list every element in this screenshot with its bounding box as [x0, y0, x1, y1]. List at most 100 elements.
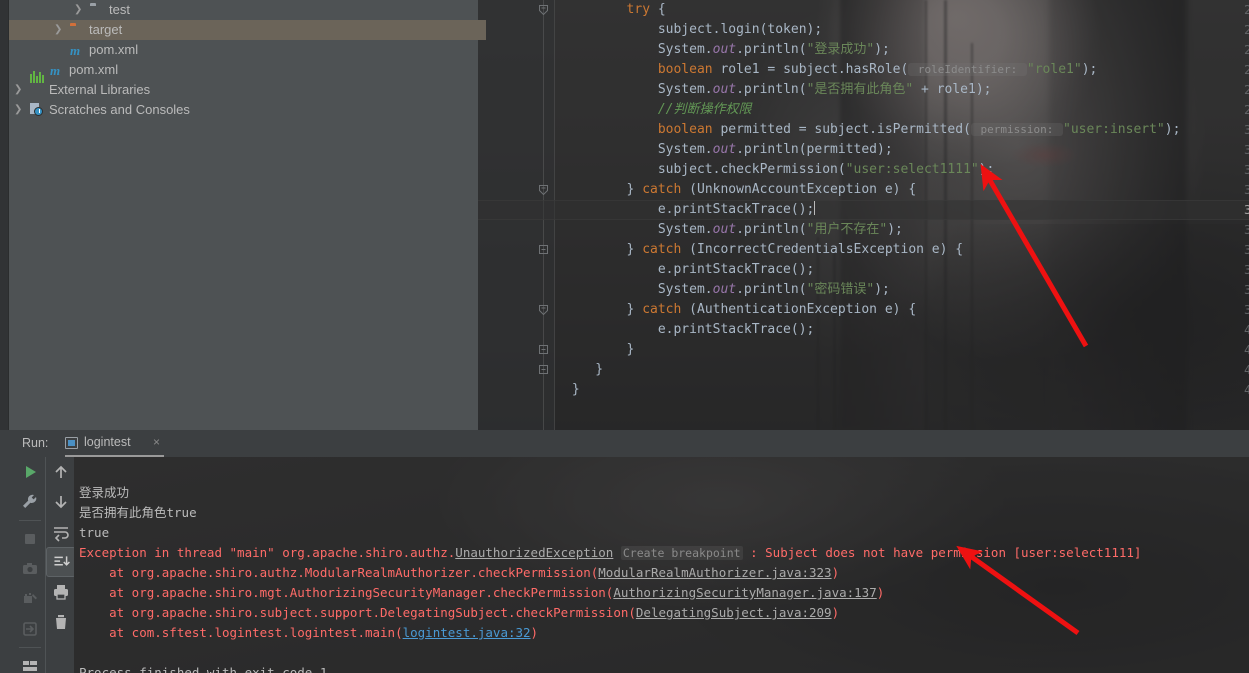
stop-button[interactable]	[15, 524, 45, 554]
printer-icon[interactable]	[46, 577, 76, 607]
line-number: 24	[1243, 2, 1249, 17]
code-line[interactable]: }	[572, 380, 580, 400]
fold-end-icon[interactable]	[539, 245, 548, 254]
fold-collapse-icon[interactable]	[539, 5, 548, 15]
code-line[interactable]: }	[627, 340, 635, 360]
fold-collapse-icon[interactable]	[539, 305, 548, 315]
chevron-right-icon[interactable]: ❯	[14, 100, 22, 120]
code-line[interactable]: System.out.println("是否拥有此角色" + role1);	[658, 80, 992, 100]
arrow-up-icon[interactable]	[46, 457, 76, 487]
run-window-header: Run: logintest ×	[15, 430, 1249, 457]
code-line[interactable]: e.printStackTrace();	[658, 200, 816, 220]
code-token: "role1"	[1026, 62, 1082, 77]
line-number: 28	[1243, 82, 1249, 97]
code-line[interactable]: e.printStackTrace();	[658, 260, 815, 280]
console-line[interactable]: 登录成功	[79, 483, 129, 503]
console-link[interactable]: AuthorizingSecurityManager.java:137	[613, 585, 876, 600]
code-editor[interactable]: 24try {25subject.login(token);26System.o…	[478, 0, 1249, 430]
code-line[interactable]: System.out.println("登录成功");	[658, 40, 890, 60]
soft-wrap-icon[interactable]	[46, 517, 76, 547]
code-token: e.printStackTrace();	[657, 202, 815, 217]
rerun-button[interactable]	[15, 457, 45, 487]
code-line[interactable]: e.printStackTrace();	[658, 320, 815, 340]
line-number: 43	[1243, 382, 1249, 397]
close-icon[interactable]: ×	[153, 435, 160, 449]
tree-item-scratches-and-consoles[interactable]: ❯ Scratches and Consoles	[9, 100, 478, 120]
code-token: );	[1164, 122, 1181, 137]
console-line[interactable]: at com.sftest.logintest.logintest.main(l…	[79, 623, 538, 643]
tree-item-pom-xml[interactable]: m pom.xml	[9, 60, 478, 80]
left-tool-strip-bottom: Structure Bookmarks	[0, 430, 15, 673]
code-token: (IncorrectCredentialsException e) {	[689, 242, 964, 257]
line-number: 41	[1243, 342, 1249, 357]
edit-config-button[interactable]	[15, 487, 45, 517]
scroll-to-end-icon[interactable]	[46, 547, 76, 577]
camera-icon[interactable]	[15, 554, 45, 584]
fold-end-icon[interactable]	[539, 345, 548, 354]
code-token: role1 = subject.hasRole(	[720, 62, 909, 77]
export-icon[interactable]	[15, 614, 45, 644]
code-token: .println(	[736, 42, 807, 57]
run-toolbar	[15, 457, 76, 673]
console-link[interactable]: ModularRealmAuthorizer.java:323	[598, 565, 831, 580]
code-line[interactable]: System.out.println(permitted);	[658, 140, 893, 160]
code-line[interactable]: }	[595, 360, 603, 380]
trash-icon[interactable]	[46, 607, 76, 637]
console-link[interactable]: logintest.java:32	[403, 625, 531, 640]
tree-item-target[interactable]: ❯ target	[9, 20, 478, 40]
code-line[interactable]: } catch (IncorrectCredentialsException e…	[627, 240, 964, 260]
project-tree-panel[interactable]: ❯ test ❯ target m pom.xml m pom.xml ❯ External Li…	[9, 0, 478, 430]
code-token: out	[712, 142, 737, 157]
tree-item-test[interactable]: ❯ test	[9, 0, 478, 20]
layout-icon[interactable]	[15, 651, 45, 673]
run-tool-window: Run: logintest × 登录成功 是否拥有此角色true true E…	[15, 430, 1249, 673]
console-link[interactable]: UnauthorizedException	[455, 545, 613, 560]
code-line[interactable]: try {	[627, 0, 666, 20]
code-token: subject.login(token);	[657, 22, 823, 37]
console-text: at org.apache.shiro.mgt.AuthorizingSecur…	[79, 585, 614, 600]
fold-collapse-icon[interactable]	[539, 185, 548, 195]
code-line[interactable]: System.out.println("用户不存在");	[658, 220, 903, 240]
console-line[interactable]: 是否拥有此角色true	[79, 503, 197, 523]
console-text: 登录成功	[79, 485, 130, 500]
code-line[interactable]: System.out.println("密码错误");	[658, 280, 890, 300]
console-line[interactable]: at org.apache.shiro.subject.support.Dele…	[79, 603, 839, 623]
console-line[interactable]: Exception in thread "main" org.apache.sh…	[79, 543, 1141, 563]
code-line[interactable]: subject.login(token);	[658, 20, 822, 40]
console-line[interactable]: at org.apache.shiro.authz.ModularRealmAu…	[79, 563, 839, 583]
gutter-marker	[478, 20, 486, 40]
code-token: "登录成功"	[806, 42, 875, 57]
tree-item-external-libraries[interactable]: ❯ External Libraries	[9, 71, 478, 100]
chevron-right-icon[interactable]: ❯	[54, 20, 62, 40]
console-text: )	[831, 605, 840, 620]
console-link[interactable]: http://www.slf4j.org/codes.html#StaticLo…	[162, 459, 538, 461]
chevron-right-icon[interactable]: ❯	[74, 0, 82, 20]
code-line[interactable]: boolean role1 = subject.hasRole( roleIde…	[658, 60, 1098, 80]
console-text: at com.sftest.logintest.logintest.main(	[79, 625, 403, 640]
code-line[interactable]: //判断操作权限	[658, 100, 752, 120]
console-line[interactable]: at org.apache.shiro.mgt.AuthorizingSecur…	[79, 583, 884, 603]
arrow-down-icon[interactable]	[46, 487, 76, 517]
thread-dump-button[interactable]	[15, 584, 45, 614]
code-token: subject.checkPermission(	[657, 162, 846, 177]
code-token: + role1);	[913, 82, 992, 97]
code-line[interactable]: boolean permitted = subject.isPermitted(…	[658, 120, 1181, 140]
maven-icon: m	[70, 43, 81, 58]
code-line[interactable]: } catch (AuthenticationException e) {	[627, 300, 917, 320]
code-line[interactable]: } catch (UnknownAccountException e) {	[627, 180, 917, 200]
tree-item-pom-xml[interactable]: m pom.xml	[9, 40, 478, 60]
line-number: 39	[1243, 302, 1249, 317]
code-token: .println(	[736, 82, 807, 97]
line-number: 37	[1243, 262, 1249, 277]
console-line[interactable]: Process finished with exit code 1	[79, 663, 327, 673]
code-token: "密码错误"	[806, 282, 875, 297]
console-line[interactable]: SLF4J: See http://www.slf4j.org/codes.ht…	[79, 457, 696, 461]
chevron-right-icon[interactable]: ❯	[14, 80, 22, 100]
fold-end-icon[interactable]	[539, 365, 548, 374]
console-line[interactable]: true	[79, 523, 109, 543]
console-text: for further details.	[538, 459, 697, 461]
console-link[interactable]: DelegatingSubject.java:209	[636, 605, 832, 620]
code-line[interactable]: subject.checkPermission("user:select1111…	[658, 160, 995, 180]
console-output[interactable]: SLF4J: See http://www.slf4j.org/codes.ht…	[74, 457, 1249, 673]
